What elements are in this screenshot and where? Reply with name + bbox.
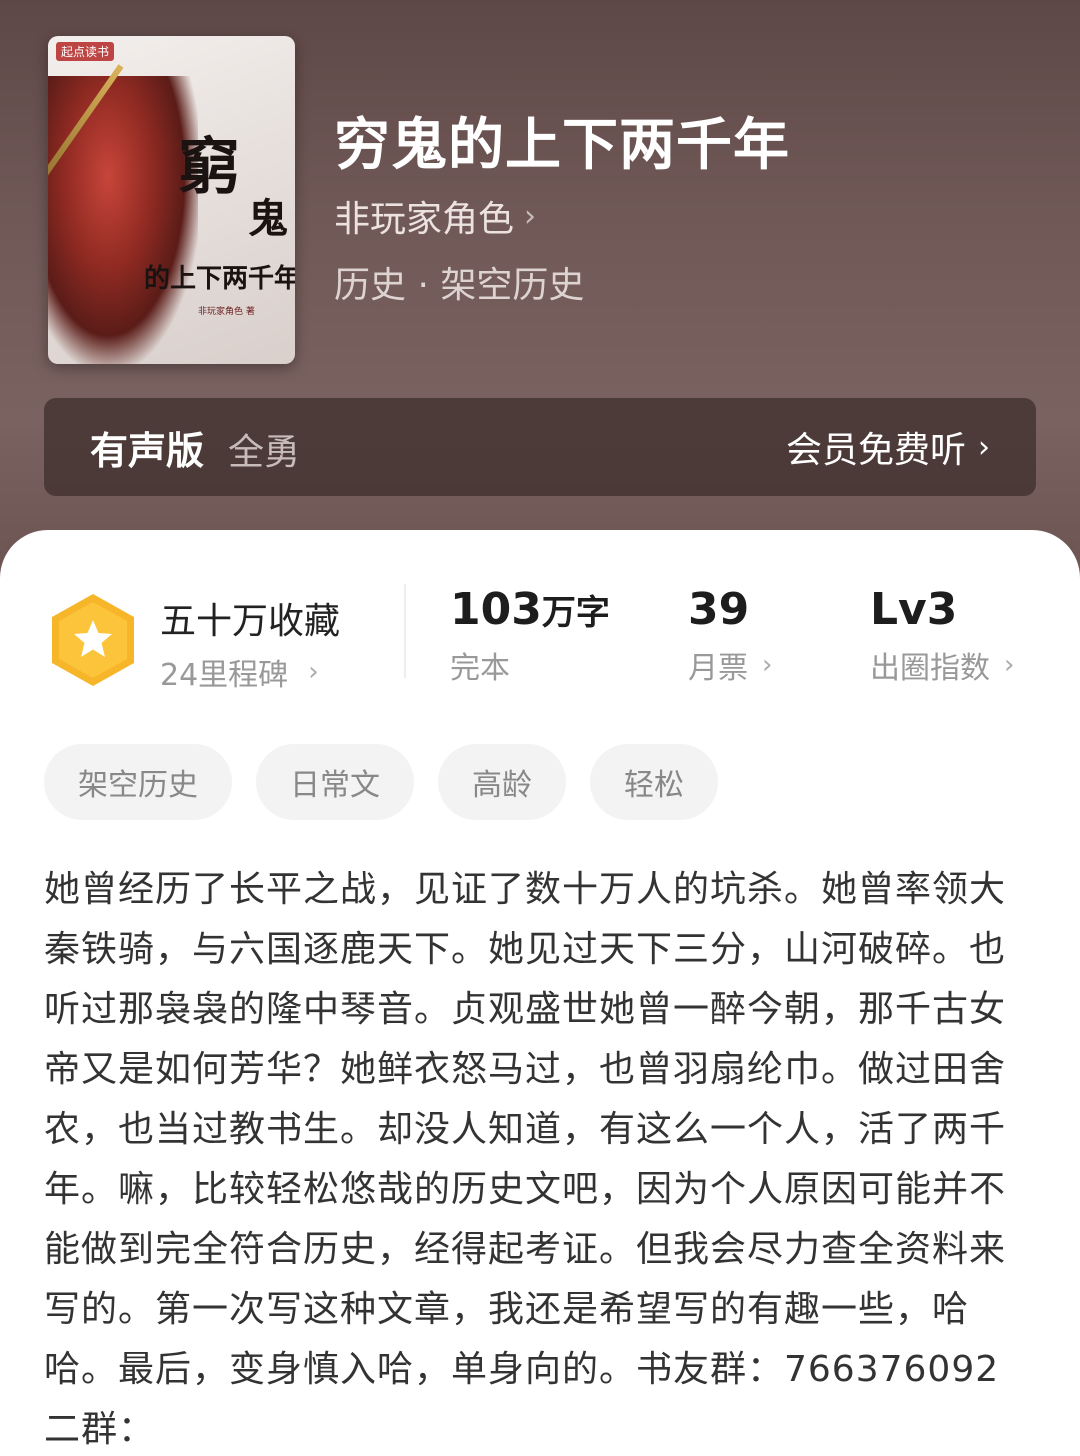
cover-calligraphy-3: 的上下两千年 [144, 264, 295, 294]
completion-status: 完本 [450, 651, 510, 686]
chevron-right-icon: › [308, 657, 319, 687]
audio-info: 有声版 全勇 [90, 420, 300, 475]
cover-author: 非玩家角色 著 [198, 307, 255, 317]
popularity-level-value: Lv3 [870, 584, 958, 635]
word-count-stat: 103万字 完本 [450, 584, 610, 687]
author-name: 非玩家角色 [334, 199, 515, 240]
member-free-listen-label: 会员免费听 [785, 430, 966, 471]
audio-label: 有声版 [90, 428, 205, 473]
popularity-level-stat[interactable]: Lv3 出圈指数 › [870, 584, 1014, 687]
monthly-votes-stat[interactable]: 39 月票 › [688, 584, 772, 687]
tag-chip[interactable]: 架空历史 [44, 744, 232, 820]
chevron-right-icon: › [978, 429, 990, 465]
tag-chip[interactable]: 日常文 [256, 744, 414, 820]
word-count-value: 103万字 [450, 584, 610, 635]
book-title: 穷鬼的上下两千年 [334, 112, 790, 178]
audio-version-bar[interactable]: 有声版 全勇 会员免费听 › [44, 398, 1036, 496]
stats-divider [404, 584, 406, 678]
book-cover[interactable]: 起点读书 窮 鬼 的上下两千年 非玩家角色 著 [48, 36, 295, 364]
cover-figure [48, 76, 198, 364]
milestones-link[interactable]: 24里程碑 › [160, 650, 319, 694]
chevron-right-icon: › [762, 650, 773, 680]
book-synopsis: 她曾经历了长平之战，见证了数十万人的坑杀。她曾率领大秦铁骑，与六国逐鹿天下。她见… [44, 869, 1007, 1450]
chevron-right-icon: › [1004, 650, 1015, 680]
popularity-level-label: 出圈指数 › [870, 650, 1015, 686]
star-badge-icon [52, 594, 134, 686]
author-link[interactable]: 非玩家角色 › [334, 190, 536, 242]
book-header: 起点读书 窮 鬼 的上下两千年 非玩家角色 著 穷鬼的上下两千年 非玩家角色 ›… [0, 0, 1080, 600]
favorites-count: 五十万收藏 [160, 601, 341, 642]
cover-calligraphy-1: 窮 [178, 130, 241, 203]
cover-brand: 起点读书 [56, 42, 115, 61]
tag-chip[interactable]: 轻松 [590, 744, 718, 820]
stats-row: 五十万收藏 24里程碑 › 103万字 完本 39 月票 › Lv3 出圈指数 … [0, 584, 1080, 704]
book-category[interactable]: 历史 · 架空历史 [334, 256, 584, 308]
cover-calligraphy-2: 鬼 [248, 195, 288, 242]
book-detail-panel: 五十万收藏 24里程碑 › 103万字 完本 39 月票 › Lv3 出圈指数 … [0, 530, 1080, 1456]
monthly-votes-value: 39 [688, 584, 750, 635]
audio-narrator: 全勇 [228, 431, 301, 473]
member-free-listen-button[interactable]: 会员免费听 › [786, 421, 990, 473]
chevron-right-icon: › [524, 198, 537, 234]
tag-chip[interactable]: 高龄 [438, 744, 566, 820]
milestones-label: 24里程碑 [160, 658, 289, 693]
tag-list: 架空历史 日常文 高龄 轻松 [44, 744, 718, 820]
monthly-votes-label: 月票 › [688, 650, 773, 686]
